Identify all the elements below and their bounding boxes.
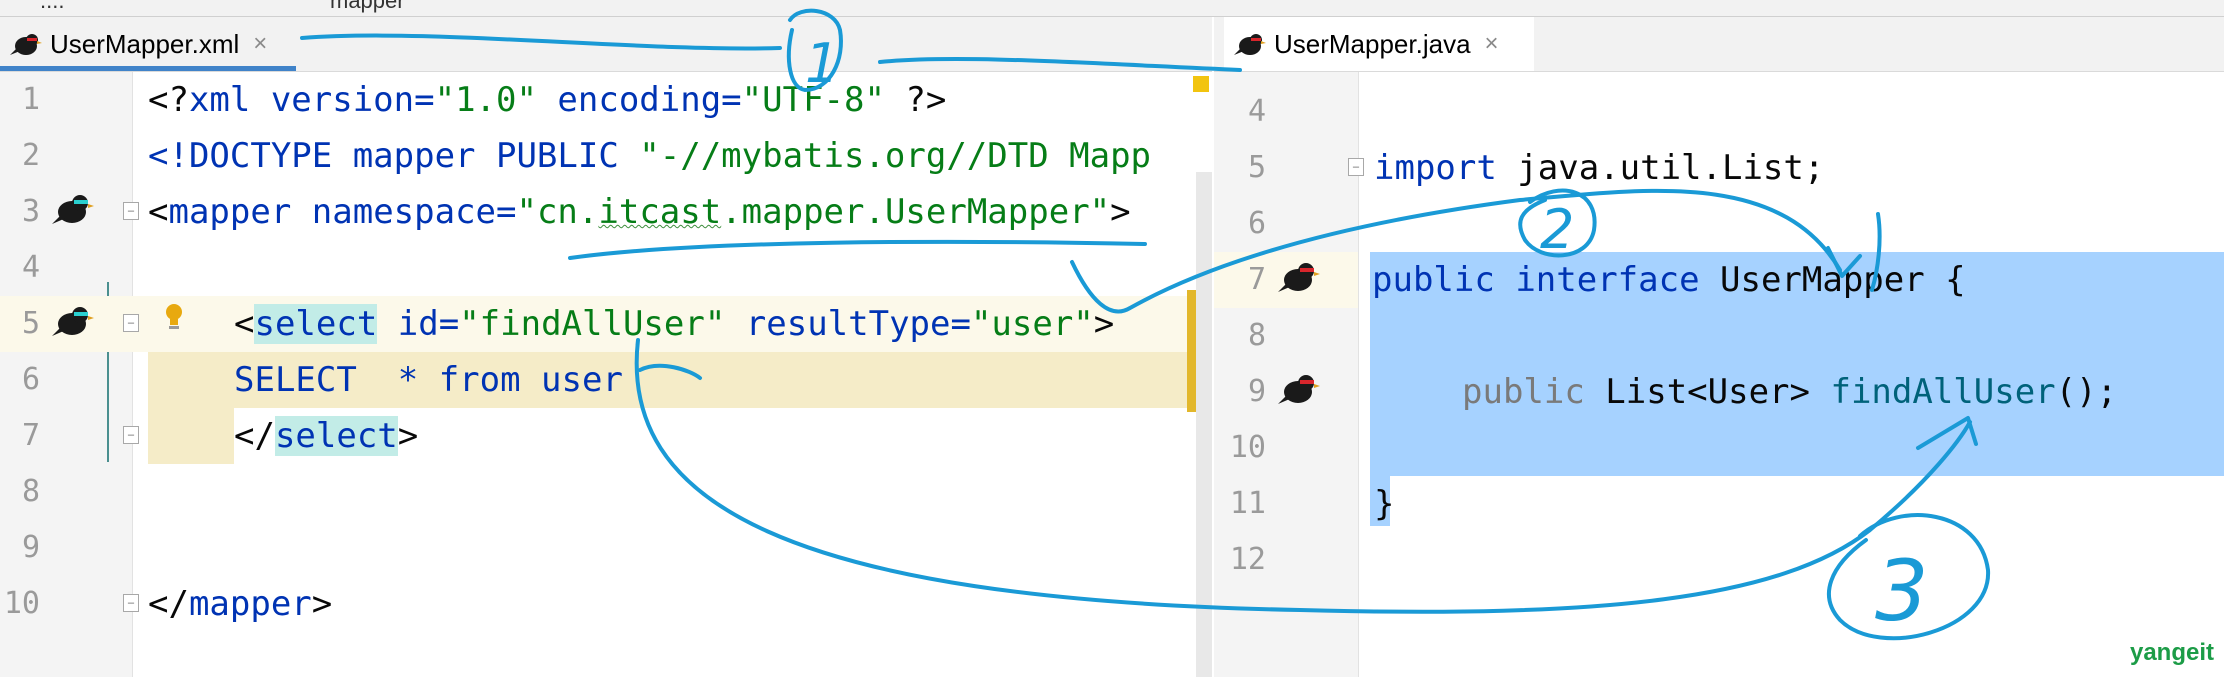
code-line-6[interactable]: SELECT * from user	[234, 352, 623, 408]
line-number: 12	[1229, 542, 1266, 577]
line-number: 10	[1229, 430, 1266, 465]
line-number: 10	[3, 586, 40, 621]
line-number: 6	[1247, 206, 1266, 241]
code-line-3[interactable]: <mapper namespace="cn.itcast.mapper.User…	[148, 184, 1131, 240]
line-number: 8	[21, 474, 40, 509]
fold-icon[interactable]: −	[123, 314, 139, 332]
line-number: 5	[1247, 150, 1266, 185]
close-icon[interactable]: ×	[253, 30, 267, 58]
line-number: 4	[21, 250, 40, 285]
fold-icon[interactable]: −	[123, 426, 139, 444]
tab-usermapper-java[interactable]: UserMapper.java ×	[1224, 17, 1534, 71]
watermark: yangeit	[2129, 639, 2214, 666]
fold-icon[interactable]: −	[1348, 158, 1364, 176]
window-title-strip: .... mapper	[0, 0, 2224, 17]
code-line-7[interactable]: </select>	[234, 408, 418, 464]
java-editor-pane[interactable]: 4 5 import java.util.List; 6 7 public in…	[1214, 72, 2224, 677]
right-editor-tabbar: UserMapper.java ×	[1214, 17, 2224, 72]
title-fragment: ....	[40, 0, 65, 13]
line-number: 3	[21, 194, 40, 229]
line-number: 9	[21, 530, 40, 565]
mybatis-navigate-icon[interactable]	[52, 192, 94, 226]
line-number: 2	[21, 138, 40, 173]
line-number: 9	[1247, 374, 1266, 409]
left-editor-tabbar: UserMapper.xml ×	[0, 17, 1212, 72]
code-line-9[interactable]: public List<User> findAllUser();	[1462, 364, 2117, 420]
code-line-11[interactable]: }	[1374, 476, 1394, 532]
mybatis-navigate-icon[interactable]	[1278, 260, 1320, 294]
fold-icon[interactable]: −	[123, 594, 139, 612]
line-number: 7	[1247, 262, 1266, 297]
line-number: 4	[1247, 94, 1266, 129]
xml-editor-pane[interactable]: 1 <?xml version="1.0" encoding="UTF-8" ?…	[0, 72, 1212, 677]
line-number: 11	[1229, 486, 1266, 521]
line-number: 7	[21, 418, 40, 453]
line-number: 8	[1247, 318, 1266, 353]
mybatis-bird-icon	[1234, 34, 1266, 55]
code-line-5[interactable]: <select id="findAllUser" resultType="use…	[234, 296, 1114, 352]
tab-label: UserMapper.java	[1274, 28, 1471, 59]
lightbulb-icon[interactable]	[163, 302, 185, 332]
tab-label: UserMapper.xml	[50, 28, 240, 59]
mybatis-navigate-icon[interactable]	[52, 304, 94, 338]
code-line-10[interactable]: </mapper>	[148, 576, 332, 632]
line-number: 6	[21, 362, 40, 397]
mybatis-bird-icon	[10, 34, 42, 55]
fold-icon[interactable]: −	[123, 202, 139, 220]
title-fragment: mapper	[330, 0, 405, 13]
code-line-1[interactable]: <?xml version="1.0" encoding="UTF-8" ?>	[148, 72, 946, 128]
line-number: 1	[21, 82, 40, 117]
code-line-2[interactable]: <!DOCTYPE mapper PUBLIC "-//mybatis.org/…	[148, 128, 1151, 184]
code-line-7[interactable]: public interface UserMapper {	[1372, 252, 1966, 308]
line-number: 5	[21, 306, 40, 341]
code-line-5[interactable]: import java.util.List;	[1374, 140, 1824, 196]
mybatis-navigate-icon[interactable]	[1278, 372, 1320, 406]
close-icon[interactable]: ×	[1485, 30, 1499, 58]
tab-usermapper-xml[interactable]: UserMapper.xml ×	[0, 17, 296, 71]
